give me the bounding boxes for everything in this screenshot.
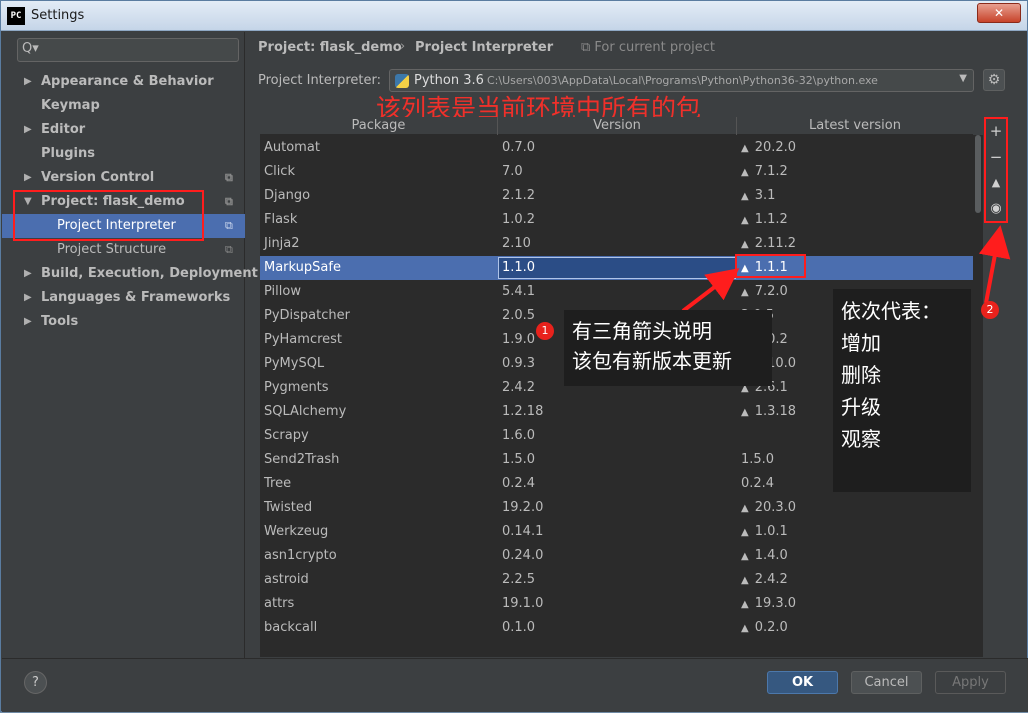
settings-window: PC Settings ✕ Q▾ ▶ Appearance & Behavior… [0,0,1028,712]
annotation-callout-toolbar: 依次代表： 增加 删除 升级 观察 [833,289,971,492]
callout-line: 依次代表： [841,299,941,323]
callout-line: 观察 [841,427,881,451]
callout-line: 增加 [841,331,881,355]
apply-button[interactable]: Apply [935,671,1006,694]
callout-line: 删除 [841,363,881,387]
annotation-badge-1: 1 [536,322,554,340]
annotation-callout-upgrade: 有三角箭头说明 该包有新版本更新 [564,310,772,386]
annotation-arrow-2 [978,225,1011,304]
callout-line: 有三角箭头说明 [572,319,712,343]
callout-line: 升级 [841,395,881,419]
ok-button[interactable]: OK [767,671,838,694]
callout-line: 该包有新版本更新 [572,349,732,373]
annotation-badge-2: 2 [981,301,999,319]
cancel-button[interactable]: Cancel [851,671,922,694]
help-button[interactable]: ? [24,671,47,694]
annotation-arrow-1 [681,268,740,313]
